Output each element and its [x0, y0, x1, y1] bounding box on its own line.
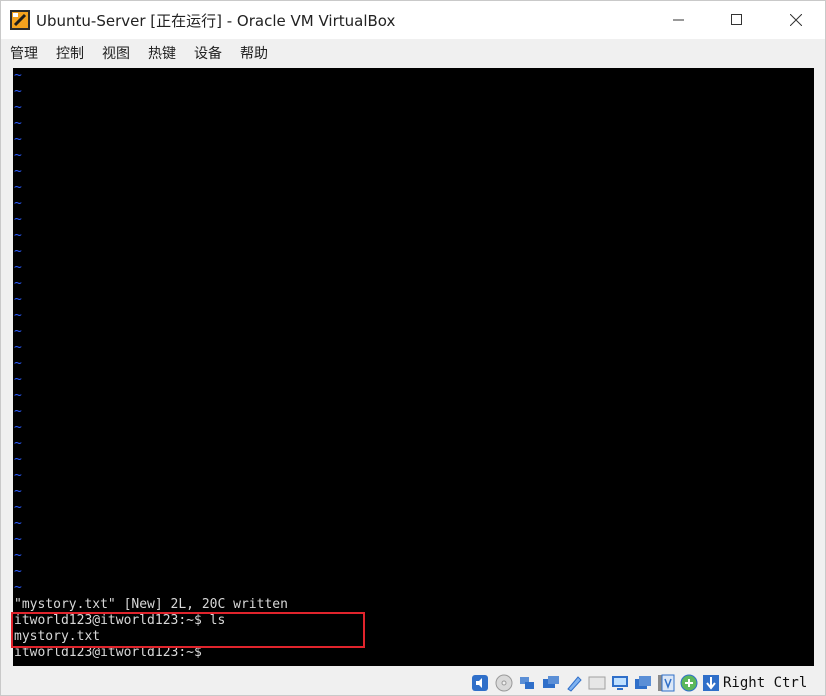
- menu-bar: 管理 控制 视图 热键 设备 帮助: [1, 39, 825, 65]
- minimize-icon: [673, 19, 684, 21]
- vim-tilde-marker: ~: [14, 484, 22, 499]
- mouse-integration-icon[interactable]: [680, 674, 698, 692]
- vim-tilde-marker: ~: [14, 404, 22, 419]
- vim-tilde-marker: ~: [14, 324, 22, 339]
- maximize-icon: [731, 14, 742, 25]
- vim-tilde-marker: ~: [14, 100, 22, 115]
- menu-item-devices[interactable]: 设备: [194, 43, 222, 63]
- vim-tilde-marker: ~: [14, 500, 22, 515]
- vim-write-status-line: "mystory.txt" [New] 2L, 20C written: [14, 597, 288, 612]
- vim-tilde-marker: ~: [14, 372, 22, 387]
- shared-folders-icon[interactable]: [565, 674, 583, 692]
- vim-tilde-marker: ~: [14, 276, 22, 291]
- usb-icon[interactable]: [542, 674, 560, 692]
- vim-tilde-marker: ~: [14, 308, 22, 323]
- vim-tilde-marker: ~: [14, 564, 22, 579]
- vim-tilde-marker: ~: [14, 580, 22, 595]
- vim-tilde-marker: ~: [14, 68, 22, 83]
- menu-item-control[interactable]: 控制: [56, 43, 84, 63]
- close-button[interactable]: [767, 1, 825, 39]
- red-highlight-box: [11, 612, 365, 648]
- vim-tilde-marker: ~: [14, 532, 22, 547]
- vm-console-screen[interactable]: ~ ~ ~ ~ ~ ~ ~ ~ ~ ~ ~ ~ ~ ~ ~ ~ ~ ~ ~ ~ ~ ~ ~ ~ ~ ~ ~ ~ ~ ~ ~ ~ ~ "mysto…: [13, 68, 814, 666]
- vim-tilde-marker: ~: [14, 292, 22, 307]
- vim-tilde-marker: ~: [14, 244, 22, 259]
- vim-tilde-marker: ~: [14, 116, 22, 131]
- vim-tilde-marker: ~: [14, 164, 22, 179]
- audio-icon[interactable]: [471, 674, 489, 692]
- vim-tilde-marker: ~: [14, 132, 22, 147]
- vim-tilde-marker: ~: [14, 436, 22, 451]
- vim-tilde-marker: ~: [14, 196, 22, 211]
- vim-tilde-marker: ~: [14, 548, 22, 563]
- vim-tilde-marker: ~: [14, 212, 22, 227]
- minimize-button[interactable]: [650, 1, 708, 39]
- vim-tilde-marker: ~: [14, 260, 22, 275]
- display-icon[interactable]: [588, 674, 606, 692]
- vim-tilde-marker: ~: [14, 228, 22, 243]
- network-icon[interactable]: [518, 674, 536, 692]
- vim-tilde-marker: ~: [14, 516, 22, 531]
- vim-tilde-marker: ~: [14, 356, 22, 371]
- vim-tilde-marker: ~: [14, 388, 22, 403]
- vim-tilde-marker: ~: [14, 468, 22, 483]
- status-bar: Right Ctrl: [1, 669, 825, 695]
- menu-item-view[interactable]: 视图: [102, 43, 130, 63]
- video-capture-icon[interactable]: [634, 674, 652, 692]
- vim-tilde-marker: ~: [14, 420, 22, 435]
- vt-x-icon[interactable]: [657, 674, 675, 692]
- menu-item-manage[interactable]: 管理: [10, 43, 38, 63]
- close-icon: [790, 14, 802, 26]
- menu-item-hotkeys[interactable]: 热键: [148, 43, 176, 63]
- vim-tilde-marker: ~: [14, 84, 22, 99]
- keyboard-capture-icon[interactable]: [702, 674, 720, 692]
- optical-disk-icon[interactable]: [495, 674, 513, 692]
- maximize-button[interactable]: [708, 1, 766, 39]
- virtualbox-window: Ubuntu-Server [正在运行] - Oracle VM Virtual…: [0, 0, 826, 696]
- display-virtual-icon[interactable]: [611, 674, 629, 692]
- title-bar[interactable]: Ubuntu-Server [正在运行] - Oracle VM Virtual…: [1, 1, 825, 39]
- vim-tilde-marker: ~: [14, 148, 22, 163]
- window-title: Ubuntu-Server [正在运行] - Oracle VM Virtual…: [36, 12, 396, 30]
- menu-item-help[interactable]: 帮助: [240, 43, 268, 63]
- host-key-label: Right Ctrl: [723, 675, 808, 691]
- vim-tilde-marker: ~: [14, 340, 22, 355]
- virtualbox-app-icon: [10, 10, 30, 30]
- vim-tilde-marker: ~: [14, 180, 22, 195]
- vim-tilde-marker: ~: [14, 452, 22, 467]
